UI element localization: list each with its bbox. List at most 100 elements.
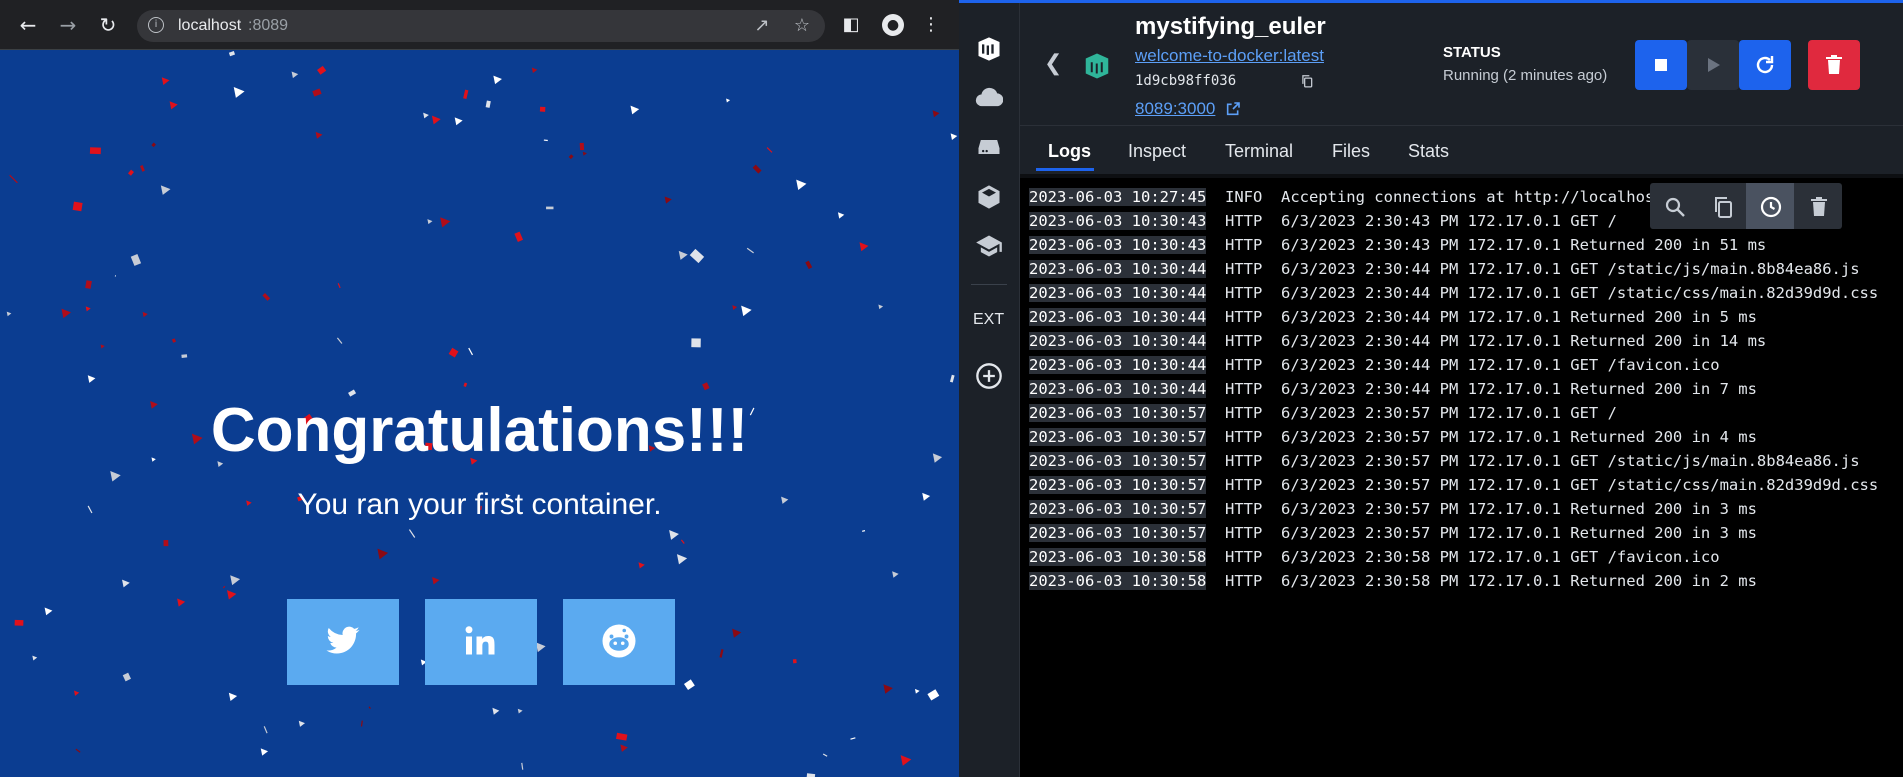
volumes-drive-icon[interactable] <box>975 133 1003 161</box>
page-viewport: Congratulations!!! You ran your first co… <box>0 50 959 777</box>
side-panel-icon[interactable]: ◧ <box>838 12 864 38</box>
forward-arrow-icon[interactable]: → <box>54 11 82 39</box>
share-icon[interactable]: ↗ <box>751 15 773 37</box>
tab-terminal[interactable]: Terminal <box>1225 141 1293 162</box>
confetti-piece <box>630 105 640 115</box>
confetti-piece <box>792 659 797 664</box>
confetti-piece <box>531 67 538 74</box>
restart-icon <box>1756 56 1774 74</box>
confetti-piece <box>337 283 341 289</box>
toggle-timestamps-button[interactable] <box>1746 183 1794 229</box>
status-title: STATUS <box>1443 44 1501 61</box>
confetti-piece <box>233 87 245 98</box>
tab-stats[interactable]: Stats <box>1408 141 1449 162</box>
confetti-piece <box>6 311 12 317</box>
browser-toolbar: ← → ↻ i localhost :8089 ↗ ☆ ◧ ● ⋮ <box>0 0 959 50</box>
log-timestamp: 2023-06-03 10:30:44 <box>1029 284 1207 302</box>
clear-logs-button[interactable] <box>1794 183 1842 229</box>
log-timestamp: 2023-06-03 10:30:57 <box>1029 500 1207 518</box>
log-message: 6/3/2023 2:30:44 PM 172.17.0.1 Returned … <box>1280 380 1757 398</box>
add-extension-icon[interactable] <box>975 362 1003 390</box>
log-level: HTTP <box>1224 380 1263 398</box>
browser-window: ← → ↻ i localhost :8089 ↗ ☆ ◧ ● ⋮ Congra… <box>0 0 959 777</box>
confetti-piece <box>262 292 271 301</box>
linkedin-icon <box>465 626 495 655</box>
confetti-piece <box>806 773 816 777</box>
log-line: 2023-06-03 10:30:43 HTTP 6/3/2023 2:30:4… <box>1029 209 1617 233</box>
confetti-piece <box>468 347 474 356</box>
confetti-piece <box>163 540 169 547</box>
containers-icon[interactable] <box>975 35 1003 63</box>
log-level: HTTP <box>1224 572 1263 590</box>
confetti-piece <box>822 753 828 757</box>
search-logs-button[interactable] <box>1650 183 1698 229</box>
address-bar[interactable]: i localhost :8089 ↗ ☆ <box>137 10 825 42</box>
reddit-share-button[interactable] <box>563 599 675 685</box>
linkedin-share-button[interactable] <box>425 599 537 685</box>
log-line: 2023-06-03 10:30:58 HTTP 6/3/2023 2:30:5… <box>1029 545 1720 569</box>
confetti-piece <box>539 106 546 112</box>
container-header: ❮ mystifying_euler welcome-to-docker:lat… <box>1020 3 1903 126</box>
back-chevron-icon[interactable]: ❮ <box>1044 51 1062 76</box>
bookmark-star-icon[interactable]: ☆ <box>791 15 813 37</box>
delete-button[interactable] <box>1808 40 1860 90</box>
confetti-piece <box>360 720 363 727</box>
clock-icon <box>1760 196 1782 218</box>
stop-button[interactable] <box>1635 40 1687 90</box>
confetti-piece <box>927 689 940 701</box>
container-cube-icon <box>1085 53 1109 79</box>
external-link-icon[interactable] <box>1225 101 1241 117</box>
image-link[interactable]: welcome-to-docker:latest <box>1135 46 1324 66</box>
confetti-piece <box>726 98 731 103</box>
back-arrow-icon[interactable]: ← <box>14 11 42 39</box>
copy-icon[interactable] <box>1300 73 1314 89</box>
confetti-piece <box>44 607 53 616</box>
learning-center-icon[interactable] <box>975 232 1003 260</box>
log-line: 2023-06-03 10:30:44 HTTP 6/3/2023 2:30:4… <box>1029 281 1878 305</box>
port-link[interactable]: 8089:3000 <box>1135 99 1215 119</box>
log-line: 2023-06-03 10:30:58 HTTP 6/3/2023 2:30:5… <box>1029 569 1757 593</box>
tab-logs[interactable]: Logs <box>1048 141 1091 162</box>
dev-environments-icon[interactable] <box>975 183 1003 211</box>
confetti-piece <box>669 530 679 540</box>
confetti-piece <box>454 117 463 126</box>
site-info-icon[interactable]: i <box>148 17 164 33</box>
confetti-piece <box>87 375 96 383</box>
confetti-piece <box>683 679 695 691</box>
confetti-piece <box>620 744 628 752</box>
rail-divider <box>971 284 1007 285</box>
log-timestamp: 2023-06-03 10:30:43 <box>1029 236 1207 254</box>
confetti-piece <box>142 311 148 318</box>
reload-icon[interactable]: ↻ <box>94 11 122 39</box>
stop-icon <box>1655 59 1667 71</box>
log-timestamp: 2023-06-03 10:30:57 <box>1029 476 1207 494</box>
restart-button[interactable] <box>1739 40 1791 90</box>
copy-logs-button[interactable] <box>1698 183 1746 229</box>
confetti-piece <box>702 382 710 391</box>
confetti-piece <box>423 112 429 119</box>
confetti-piece <box>746 247 754 254</box>
confetti-piece <box>89 147 101 155</box>
kebab-menu-icon[interactable]: ⋮ <box>918 12 944 38</box>
confetti-piece <box>431 115 441 125</box>
profile-avatar-icon[interactable]: ● <box>882 14 904 36</box>
start-button[interactable] <box>1687 40 1739 90</box>
confetti-piece <box>440 217 451 228</box>
tab-files[interactable]: Files <box>1332 141 1370 162</box>
confetti-piece <box>230 575 241 586</box>
twitter-share-button[interactable] <box>287 599 399 685</box>
confetti-piece <box>75 748 81 753</box>
tab-inspect[interactable]: Inspect <box>1128 141 1186 162</box>
log-message: 6/3/2023 2:30:58 PM 172.17.0.1 GET /favi… <box>1280 548 1720 566</box>
confetti-piece <box>615 732 628 741</box>
confetti-piece <box>169 101 178 110</box>
log-timestamp: 2023-06-03 10:30:58 <box>1029 548 1207 566</box>
confetti-piece <box>568 154 574 160</box>
confetti-piece <box>368 706 371 710</box>
log-line: 2023-06-03 10:30:44 HTTP 6/3/2023 2:30:4… <box>1029 353 1720 377</box>
images-cloud-icon[interactable] <box>975 84 1003 112</box>
log-message: Accepting connections at http://localhos… <box>1280 188 1711 206</box>
left-nav-rail: EXT <box>959 3 1020 777</box>
confetti-piece <box>521 762 524 770</box>
confetti-piece <box>336 337 343 344</box>
